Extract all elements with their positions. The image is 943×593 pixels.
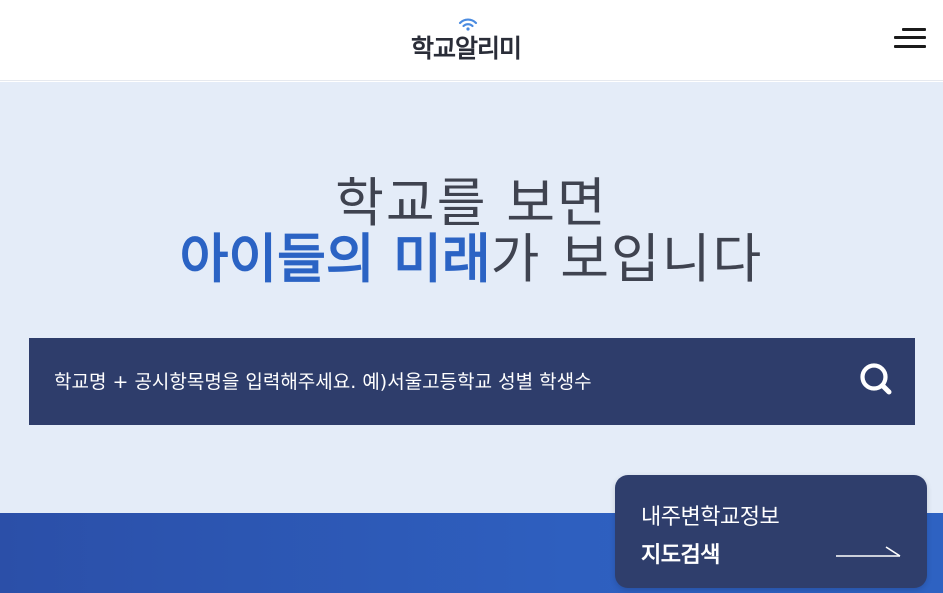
menu-line bbox=[902, 28, 926, 31]
arrow-right-icon bbox=[836, 546, 901, 557]
headline-line-1: 학교를 보면 bbox=[335, 173, 608, 234]
map-card-title: 지도검색 bbox=[641, 543, 720, 568]
map-card-subtitle: 내주변학교정보 bbox=[641, 505, 780, 530]
search-icon bbox=[860, 363, 892, 395]
menu-line bbox=[894, 36, 926, 39]
search-bar bbox=[29, 338, 915, 425]
search-input[interactable] bbox=[29, 338, 829, 425]
headline-line-2: 아이들의 미래가 보입니다 bbox=[0, 232, 943, 288]
map-search-card[interactable]: 내주변학교정보 지도검색 bbox=[615, 475, 927, 588]
menu-line bbox=[894, 45, 926, 48]
site-logo[interactable]: 학교알리미 bbox=[411, 17, 533, 63]
hero-headline: 학교를 보면 아이들의 미래가 보입니다 bbox=[0, 176, 943, 288]
search-button[interactable] bbox=[855, 358, 899, 402]
hamburger-menu-icon[interactable] bbox=[894, 26, 926, 50]
headline-accent: 아이들의 미래 bbox=[179, 229, 491, 290]
hero-section bbox=[0, 82, 943, 513]
headline-rest: 가 보입니다 bbox=[490, 229, 764, 290]
top-header: 학교알리미 bbox=[0, 0, 943, 81]
logo-text: 학교알리미 bbox=[411, 34, 522, 63]
